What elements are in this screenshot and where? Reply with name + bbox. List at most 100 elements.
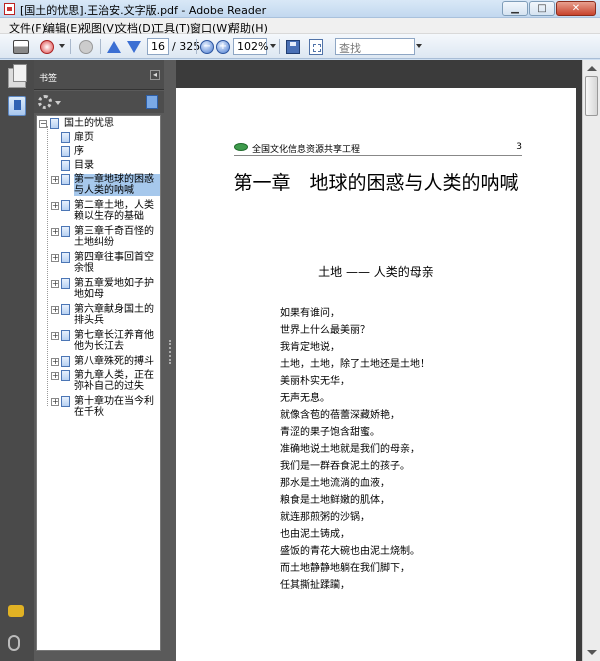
page-number: 3 bbox=[516, 142, 522, 152]
splitter-grip-icon[interactable] bbox=[169, 340, 171, 364]
pdf-page: 全国文化信息资源共享工程 3 第一章 地球的困惑与人类的呐喊 土地 —— 人类的… bbox=[176, 88, 576, 661]
poem-line: 世界上什么最美丽？ bbox=[280, 325, 370, 336]
poem-line: 盛饭的青花大碗也由泥土烧制。 bbox=[280, 546, 420, 557]
expand-icon[interactable]: + bbox=[51, 254, 59, 262]
bookmark-item-chapter-10[interactable]: + 第十章功在当今利在千秋 bbox=[37, 396, 160, 420]
close-button[interactable]: ✕ bbox=[556, 1, 596, 16]
expand-icon[interactable]: + bbox=[51, 398, 59, 406]
bookmarks-panel-icon[interactable] bbox=[8, 96, 26, 116]
toolbar: 16 / 325 − + 102% 查找 bbox=[0, 34, 600, 59]
poem-line: 我们是一群吞食泥土的孩子。 bbox=[280, 461, 410, 472]
bookmark-item-chapter-8[interactable]: + 第八章殊死的搏斗 bbox=[37, 356, 160, 368]
acrobat-icon bbox=[40, 39, 54, 54]
bookmark-item-chapter-1[interactable]: + 第一章地球的困惑与人类的呐喊 bbox=[37, 174, 160, 198]
bookmark-item[interactable]: 序 bbox=[37, 146, 160, 158]
previous-page-button[interactable] bbox=[106, 38, 122, 55]
expand-icon[interactable]: + bbox=[51, 202, 59, 210]
poem-line: 美丽朴实无华， bbox=[280, 376, 350, 387]
comment-icon[interactable] bbox=[8, 605, 24, 617]
new-bookmark-icon[interactable] bbox=[146, 95, 158, 109]
expand-icon[interactable]: + bbox=[51, 228, 59, 236]
expand-icon[interactable]: + bbox=[51, 280, 59, 288]
poem-line: 粮食是土地鲜嫩的肌体， bbox=[280, 495, 390, 506]
menu-bar: 文件(F) 编辑(E) 视图(V) 文档(D) 工具(T) 窗口(W) 帮助(H… bbox=[0, 18, 600, 35]
maximize-button[interactable]: □ bbox=[529, 1, 555, 16]
poem-line: 也由泥土铸成， bbox=[280, 529, 350, 540]
minimize-button[interactable]: ▁ bbox=[502, 1, 528, 16]
bookmark-item-chapter-7[interactable]: + 第七章长江养育他他为长江去 bbox=[37, 330, 160, 354]
bookmark-item-chapter-5[interactable]: + 第五章爱地如子护地如母 bbox=[37, 278, 160, 302]
bookmark-icon bbox=[61, 278, 70, 289]
expand-icon[interactable]: + bbox=[51, 358, 59, 366]
bookmark-item[interactable]: 扉页 bbox=[37, 132, 160, 144]
chapter-title: 第一章 地球的困惑与人类的呐喊 bbox=[233, 172, 519, 194]
chevron-down-icon[interactable] bbox=[59, 44, 65, 48]
poem-line: 就连那煎粥的沙锅， bbox=[280, 512, 370, 523]
collapse-panel-icon[interactable]: ◂ bbox=[150, 70, 160, 80]
bookmark-item-chapter-2[interactable]: + 第二章土地，人类赖以生存的基础 bbox=[37, 200, 160, 224]
poem-line: 我肯定地说， bbox=[280, 342, 340, 353]
bookmark-icon bbox=[61, 330, 70, 341]
pages-panel-icon[interactable] bbox=[8, 64, 27, 88]
print-button[interactable] bbox=[12, 38, 30, 55]
scroll-down-icon[interactable] bbox=[587, 650, 597, 655]
scroll-up-icon[interactable] bbox=[587, 66, 597, 71]
leaf-logo-icon bbox=[234, 143, 248, 151]
bookmark-icon bbox=[61, 200, 70, 211]
next-page-button[interactable] bbox=[126, 38, 142, 55]
bookmark-item-chapter-3[interactable]: + 第三章千奇百怪的土地纠纷 bbox=[37, 226, 160, 250]
collaborate-button[interactable] bbox=[77, 38, 95, 55]
collaborate-icon bbox=[79, 39, 93, 54]
zoom-out-button[interactable]: − bbox=[200, 38, 214, 55]
window-controls: ▁ □ ✕ bbox=[502, 1, 596, 16]
panel-header: 书签 ◂ bbox=[34, 60, 164, 90]
bookmark-item[interactable]: 目录 bbox=[37, 160, 160, 172]
bookmark-root[interactable]: − 国土的忧思 bbox=[37, 118, 160, 130]
page-running-header: 全国文化信息资源共享工程 3 bbox=[234, 142, 522, 156]
panel-title: 书签 bbox=[39, 74, 58, 84]
zoom-in-button[interactable]: + bbox=[216, 38, 230, 55]
poem-line: 那水是土地流淌的血液， bbox=[280, 478, 390, 489]
scrollbar-thumb[interactable] bbox=[585, 76, 598, 116]
panel-splitter[interactable] bbox=[164, 60, 176, 661]
chevron-down-icon[interactable] bbox=[55, 101, 61, 105]
poem-line: 任其撕扯蹂躏， bbox=[280, 580, 350, 591]
create-pdf-button[interactable] bbox=[38, 38, 56, 55]
collapse-icon[interactable]: − bbox=[39, 120, 47, 128]
zoom-level-select[interactable]: 102% bbox=[233, 38, 268, 55]
bookmarks-panel: 书签 ◂ − 国土的忧思 扉页 序 目录 + 第一章地球的困惑与人类的呐喊 + … bbox=[34, 60, 164, 661]
page-number-input[interactable]: 16 bbox=[147, 38, 169, 55]
poem-line: 如果有谁问， bbox=[280, 308, 340, 319]
poem-line: 土地，土地，除了土地还是土地！ bbox=[280, 359, 430, 370]
poem-line: 而土地静静地躺在我们脚下， bbox=[280, 563, 410, 574]
bookmark-item-chapter-9[interactable]: + 第九章人类，正在弥补自己的过失 bbox=[37, 370, 160, 394]
toolbar-separator bbox=[196, 39, 197, 54]
bookmark-item-chapter-6[interactable]: + 第六章献身国土的排头兵 bbox=[37, 304, 160, 328]
expand-icon[interactable]: + bbox=[51, 306, 59, 314]
fit-width-button[interactable] bbox=[285, 38, 301, 55]
expand-icon[interactable]: + bbox=[51, 176, 59, 184]
expand-icon[interactable]: + bbox=[51, 332, 59, 340]
find-input[interactable]: 查找 bbox=[335, 38, 415, 55]
bookmark-item-chapter-4[interactable]: + 第四章往事回首空余恨 bbox=[37, 252, 160, 276]
bookmark-icon bbox=[61, 370, 70, 381]
zoom-out-icon: − bbox=[200, 39, 214, 54]
chevron-down-icon[interactable] bbox=[270, 44, 276, 48]
printer-icon bbox=[13, 39, 29, 54]
title-bar: [国土的忧思].王治安.文字版.pdf - Adobe Reader ▁ □ ✕ bbox=[0, 0, 600, 18]
fit-width-icon bbox=[286, 39, 300, 54]
bookmark-icon bbox=[50, 118, 59, 129]
window-title: [国土的忧思].王治安.文字版.pdf - Adobe Reader bbox=[20, 4, 267, 17]
expand-icon[interactable]: + bbox=[51, 372, 59, 380]
navigation-strip bbox=[0, 60, 34, 661]
poem-line: 就像含苞的蓓蕾深藏娇艳， bbox=[280, 410, 400, 421]
vertical-scrollbar[interactable] bbox=[582, 60, 600, 661]
gear-icon[interactable] bbox=[38, 95, 52, 109]
bookmark-icon bbox=[61, 252, 70, 263]
chevron-down-icon[interactable] bbox=[416, 44, 422, 48]
attachment-icon[interactable] bbox=[8, 635, 20, 651]
fit-page-button[interactable] bbox=[308, 38, 324, 55]
toolbar-separator bbox=[100, 39, 101, 54]
section-title: 土地 —— 人类的母亲 bbox=[318, 265, 434, 279]
bookmark-icon bbox=[61, 304, 70, 315]
